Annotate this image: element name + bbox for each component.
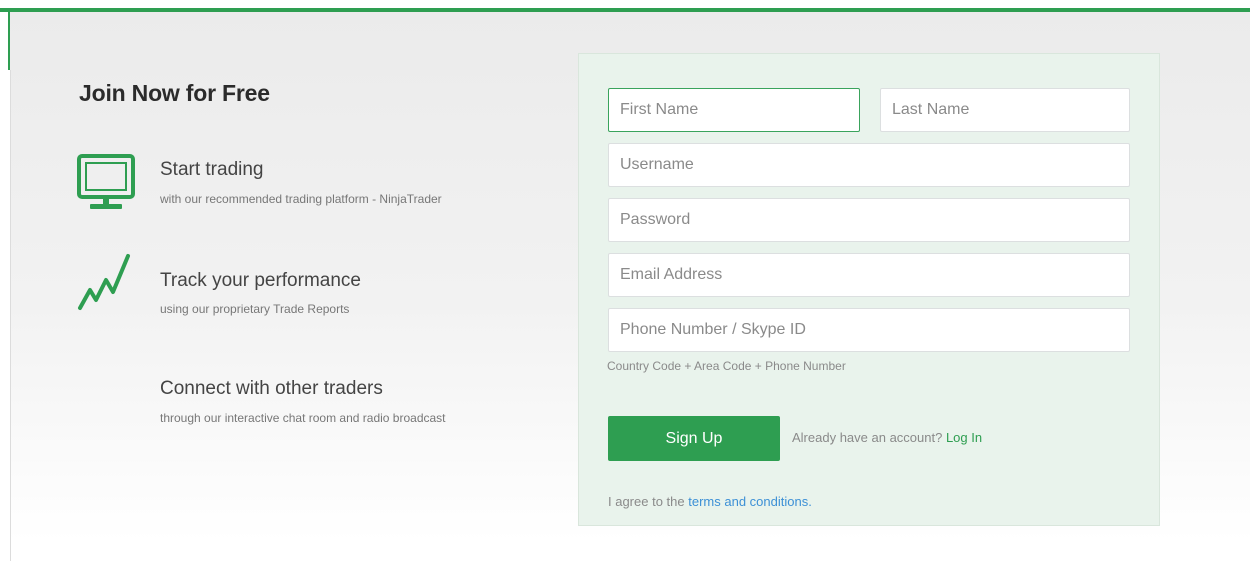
feature-title: Connect with other traders	[160, 378, 383, 399]
terms-agreement: I agree to the terms and conditions.	[608, 494, 812, 509]
first-name-input[interactable]	[608, 88, 860, 132]
left-accent-bar	[8, 10, 10, 70]
password-input[interactable]	[608, 198, 1130, 242]
top-accent-bar	[0, 8, 1250, 12]
left-divider	[10, 70, 11, 561]
signup-page: Join Now for Free Start trading with our…	[0, 0, 1250, 561]
email-input[interactable]	[608, 253, 1130, 297]
feature-title: Start trading	[160, 159, 264, 180]
terms-prefix: I agree to the	[608, 494, 685, 509]
page-title: Join Now for Free	[79, 80, 270, 106]
terms-link[interactable]: terms and conditions.	[688, 494, 812, 509]
sign-up-button[interactable]: Sign Up	[608, 416, 780, 461]
last-name-input[interactable]	[880, 88, 1130, 132]
login-prompt-text: Already have an account?	[792, 430, 943, 445]
feature-subtitle: using our proprietary Trade Reports	[160, 302, 350, 316]
login-prompt: Already have an account? Log In	[792, 430, 982, 445]
feature-subtitle: through our interactive chat room and ra…	[160, 411, 446, 425]
username-input[interactable]	[608, 143, 1130, 187]
log-in-link[interactable]: Log In	[946, 430, 982, 445]
feature-subtitle: with our recommended trading platform - …	[160, 192, 442, 206]
phone-input[interactable]	[608, 308, 1130, 352]
phone-hint: Country Code + Area Code + Phone Number	[607, 359, 846, 373]
trend-line-icon	[78, 254, 130, 310]
chat-icon	[76, 360, 138, 422]
feature-title: Track your performance	[160, 270, 361, 291]
monitor-icon	[77, 154, 135, 209]
